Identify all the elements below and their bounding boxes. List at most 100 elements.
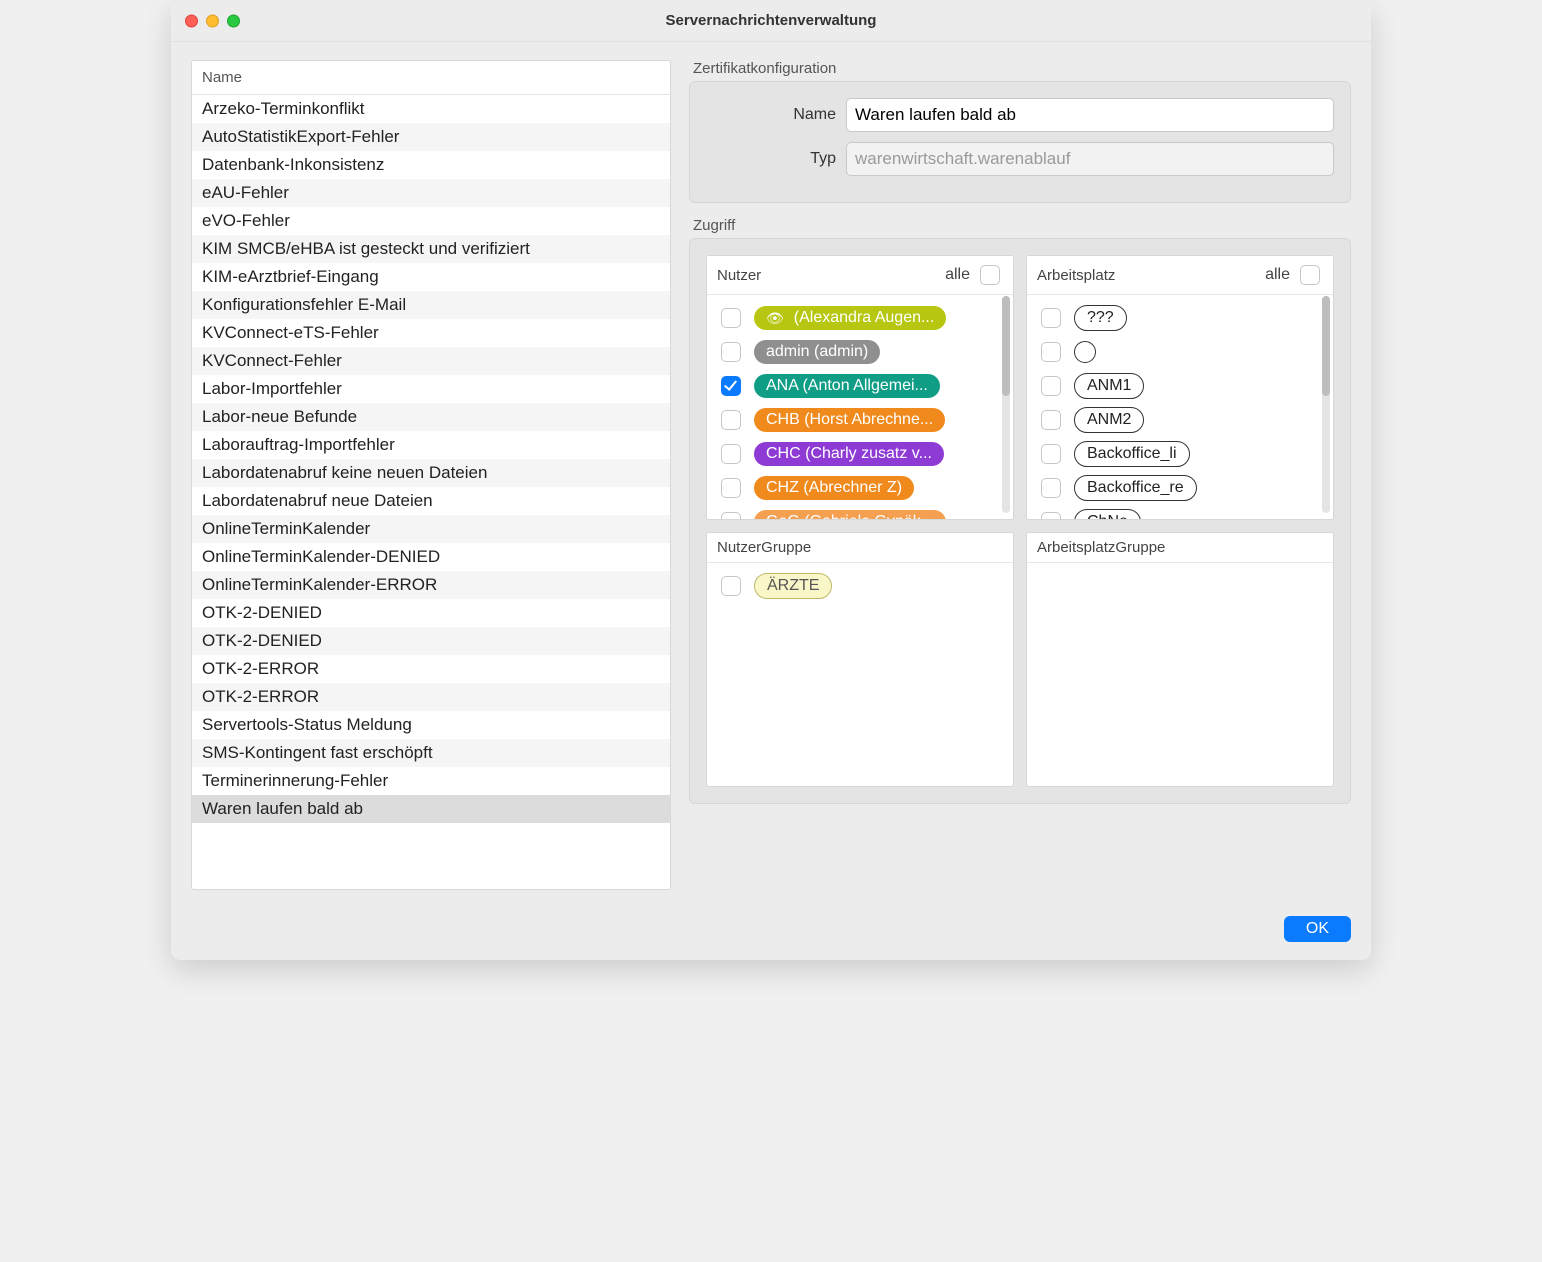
workstation-all-checkbox[interactable]	[1300, 265, 1320, 285]
message-type-list: Name Arzeko-TerminkonfliktAutoStatistikE…	[191, 60, 671, 890]
user-item-checkbox[interactable]	[721, 376, 741, 396]
workstation-box-body[interactable]: ??? ANM1 ANM2 Backoffice_li Backoffice_reChN…	[1027, 295, 1333, 519]
user-item[interactable]: GaG (Gabriele Gynäk...	[715, 505, 1005, 519]
access-section-title: Zugriff	[693, 217, 1351, 234]
user-pill: admin (admin)	[754, 340, 880, 364]
list-item[interactable]: OTK-2-ERROR	[192, 655, 670, 683]
access-section: Zugriff Nutzer alle (A	[689, 217, 1351, 804]
user-item[interactable]: (Alexandra Augen...	[715, 301, 1005, 335]
user-item-checkbox[interactable]	[721, 478, 741, 498]
workstation-box: Arbeitsplatz alle ???ANM1ANM2Backoffice_…	[1026, 255, 1334, 520]
cert-type-input	[846, 142, 1334, 176]
workstation-group-box: ArbeitsplatzGruppe	[1026, 532, 1334, 787]
workstation-pill	[1074, 341, 1096, 363]
workstation-item[interactable]	[1035, 335, 1325, 369]
access-grid: Nutzer alle (Alexandra Augen... admin (ad…	[706, 255, 1334, 787]
user-item[interactable]: ANA (Anton Allgemei...	[715, 369, 1005, 403]
list-item[interactable]: Labordatenabruf keine neuen Dateien	[192, 459, 670, 487]
list-item[interactable]: Labor-Importfehler	[192, 375, 670, 403]
workstation-group-box-body[interactable]	[1027, 563, 1333, 786]
list-item[interactable]: KVConnect-eTS-Fehler	[192, 319, 670, 347]
workstation-item-checkbox[interactable]	[1041, 342, 1061, 362]
user-item[interactable]: admin (admin)	[715, 335, 1005, 369]
minimize-icon[interactable]	[206, 14, 219, 27]
list-item[interactable]: Labordatenabruf neue Dateien	[192, 487, 670, 515]
list-item[interactable]: eAU-Fehler	[192, 179, 670, 207]
list-item[interactable]: OnlineTerminKalender-ERROR	[192, 571, 670, 599]
workstation-item-checkbox[interactable]	[1041, 512, 1061, 519]
user-item-checkbox[interactable]	[721, 308, 741, 328]
list-item[interactable]: Servertools-Status Meldung	[192, 711, 670, 739]
workstation-item-checkbox[interactable]	[1041, 376, 1061, 396]
user-item-checkbox[interactable]	[721, 410, 741, 430]
user-box-header: Nutzer alle	[707, 256, 1013, 295]
footer: OK	[171, 910, 1371, 960]
user-group-item[interactable]: ÄRZTE	[715, 569, 1005, 603]
list-item[interactable]: eVO-Fehler	[192, 207, 670, 235]
workstation-pill: ANM2	[1074, 407, 1144, 433]
user-group-box-title: NutzerGruppe	[717, 539, 811, 556]
user-all-checkbox[interactable]	[980, 265, 1000, 285]
workstation-item[interactable]: ChNe	[1035, 505, 1325, 519]
list-item[interactable]: Terminerinnerung-Fehler	[192, 767, 670, 795]
window: Servernachrichtenverwaltung Name Arzeko-…	[171, 0, 1371, 960]
user-item-checkbox[interactable]	[721, 444, 741, 464]
user-box-body[interactable]: (Alexandra Augen... admin (admin) ANA (Ant…	[707, 295, 1013, 519]
workstation-item-checkbox[interactable]	[1041, 478, 1061, 498]
workstation-item-checkbox[interactable]	[1041, 444, 1061, 464]
scrollbar-thumb[interactable]	[1322, 296, 1330, 396]
user-box-title: Nutzer	[717, 267, 761, 284]
list-item[interactable]: KVConnect-Fehler	[192, 347, 670, 375]
cert-name-input[interactable]	[846, 98, 1334, 132]
list-item[interactable]: Laborauftrag-Importfehler	[192, 431, 670, 459]
list-item[interactable]: Labor-neue Befunde	[192, 403, 670, 431]
user-group-item-checkbox[interactable]	[721, 576, 741, 596]
scrollbar-thumb[interactable]	[1002, 296, 1010, 396]
list-item-empty	[192, 823, 670, 845]
user-group-box-body[interactable]: ÄRZTE	[707, 563, 1013, 786]
list-item[interactable]: OnlineTerminKalender-DENIED	[192, 543, 670, 571]
workstation-pill: ANM1	[1074, 373, 1144, 399]
cert-name-row: Name	[706, 98, 1334, 132]
close-icon[interactable]	[185, 14, 198, 27]
list-header: Name	[192, 61, 670, 95]
workstation-item[interactable]: ANM2	[1035, 403, 1325, 437]
zoom-icon[interactable]	[227, 14, 240, 27]
list-item[interactable]: KIM SMCB/eHBA ist gesteckt und verifizie…	[192, 235, 670, 263]
workstation-item[interactable]: Backoffice_li	[1035, 437, 1325, 471]
user-pill: ANA (Anton Allgemei...	[754, 374, 940, 398]
content: Name Arzeko-TerminkonfliktAutoStatistikE…	[171, 42, 1371, 910]
user-item[interactable]: CHB (Horst Abrechne...	[715, 403, 1005, 437]
workstation-item[interactable]: ???	[1035, 301, 1325, 335]
user-item-checkbox[interactable]	[721, 512, 741, 519]
titlebar: Servernachrichtenverwaltung	[171, 0, 1371, 42]
user-item[interactable]: CHZ (Abrechner Z)	[715, 471, 1005, 505]
list-item[interactable]: OnlineTerminKalender	[192, 515, 670, 543]
list-item[interactable]: SMS-Kontingent fast erschöpft	[192, 739, 670, 767]
list-item[interactable]: Datenbank-Inkonsistenz	[192, 151, 670, 179]
workstation-item[interactable]: ANM1	[1035, 369, 1325, 403]
list-item[interactable]: OTK-2-ERROR	[192, 683, 670, 711]
list-item[interactable]: Arzeko-Terminkonflikt	[192, 95, 670, 123]
cert-name-label: Name	[706, 106, 836, 124]
user-pill: CHB (Horst Abrechne...	[754, 408, 945, 432]
list-item[interactable]: AutoStatistikExport-Fehler	[192, 123, 670, 151]
list-item[interactable]: Waren laufen bald ab	[192, 795, 670, 823]
user-all-label: alle	[945, 266, 970, 284]
list-item[interactable]: Konfigurationsfehler E-Mail	[192, 291, 670, 319]
user-item-checkbox[interactable]	[721, 342, 741, 362]
workstation-pill: Backoffice_li	[1074, 441, 1190, 467]
ok-button[interactable]: OK	[1284, 916, 1351, 942]
user-pill: CHZ (Abrechner Z)	[754, 476, 914, 500]
access-panel: Nutzer alle (Alexandra Augen... admin (ad…	[689, 238, 1351, 804]
user-item[interactable]: CHC (Charly zusatz v...	[715, 437, 1005, 471]
list-body[interactable]: Arzeko-TerminkonfliktAutoStatistikExport…	[192, 95, 670, 889]
list-item[interactable]: OTK-2-DENIED	[192, 627, 670, 655]
window-controls	[185, 14, 240, 27]
list-item[interactable]: KIM-eArztbrief-Eingang	[192, 263, 670, 291]
workstation-item-checkbox[interactable]	[1041, 410, 1061, 430]
workstation-item[interactable]: Backoffice_re	[1035, 471, 1325, 505]
list-item[interactable]: OTK-2-DENIED	[192, 599, 670, 627]
user-pill: GaG (Gabriele Gynäk...	[754, 510, 946, 519]
workstation-item-checkbox[interactable]	[1041, 308, 1061, 328]
